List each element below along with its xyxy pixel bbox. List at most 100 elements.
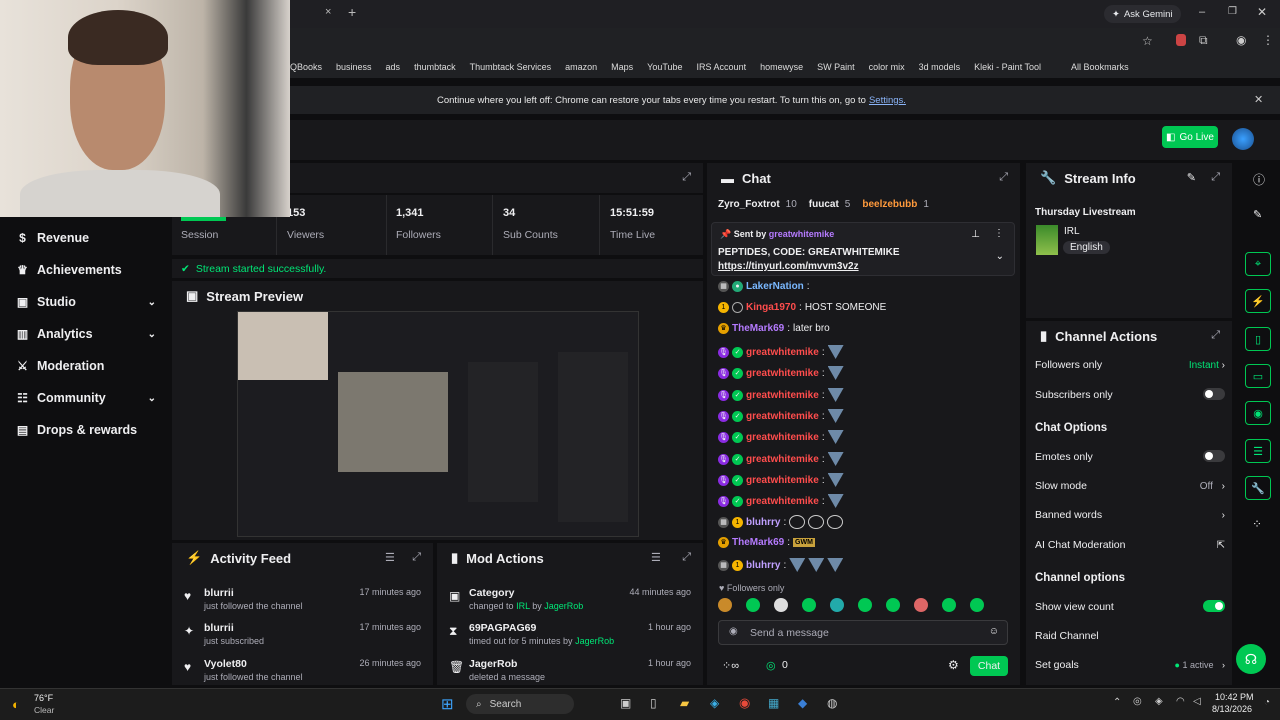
- infinity-icon[interactable]: ⁘∞: [722, 659, 739, 672]
- chat-input[interactable]: ◉ Send a message ☺: [718, 620, 1008, 645]
- activity-user[interactable]: blurrii: [204, 622, 234, 634]
- sidebar-item-moderation[interactable]: ⚔ Moderation: [0, 352, 172, 380]
- minimize-icon[interactable]: –: [1199, 6, 1205, 18]
- stream-category[interactable]: IRL: [1064, 226, 1080, 237]
- popout-icon[interactable]: ⤢: [1211, 171, 1220, 184]
- taskview-icon[interactable]: ▣: [620, 696, 631, 710]
- popout-icon[interactable]: ⤢: [682, 171, 691, 184]
- banned-words-row[interactable]: Banned words ›: [1035, 509, 1225, 521]
- rail-button-tools[interactable]: 🔧: [1245, 476, 1271, 500]
- sidebar-item-studio[interactable]: ▣ Studio ⌄: [0, 288, 172, 316]
- all-bookmarks[interactable]: All Bookmarks: [1071, 62, 1129, 72]
- rail-button-list[interactable]: ☰: [1245, 439, 1271, 463]
- rail-button-card[interactable]: ▯: [1245, 327, 1271, 351]
- infobar-close-icon[interactable]: ✕: [1254, 93, 1263, 106]
- tray-icon[interactable]: ◈: [1155, 696, 1163, 707]
- subscribers-only-toggle[interactable]: [1203, 387, 1225, 400]
- chat-username[interactable]: greatwhitemike: [746, 475, 819, 486]
- notepad-icon[interactable]: ▯: [650, 696, 657, 710]
- bookmark-item[interactable]: YouTube: [647, 62, 682, 72]
- restore-icon[interactable]: ❐: [1228, 6, 1237, 17]
- leaderboard-user[interactable]: Zyro_Foxtrot: [718, 199, 780, 210]
- chat-username[interactable]: greatwhitemike: [746, 390, 819, 401]
- go-live-button[interactable]: ◧ Go Live: [1162, 126, 1218, 148]
- rail-button-flash[interactable]: ⚡: [1245, 289, 1271, 313]
- chat-send-button[interactable]: Chat: [970, 656, 1008, 676]
- mod-action-user[interactable]: JagerRob: [544, 601, 583, 611]
- pin-icon[interactable]: ⊥: [971, 229, 980, 240]
- activity-user[interactable]: blurrii: [204, 587, 234, 599]
- app-icon[interactable]: ◈: [710, 696, 719, 710]
- popout-icon[interactable]: ⤢: [412, 551, 421, 564]
- emote-icon[interactable]: [746, 598, 760, 612]
- popout-icon[interactable]: ⤢: [1211, 329, 1220, 342]
- rail-button-chat[interactable]: ▭: [1245, 364, 1271, 388]
- chat-username[interactable]: greatwhitemike: [746, 496, 819, 507]
- chat-username[interactable]: TheMark69: [732, 537, 784, 548]
- volume-icon[interactable]: ◁: [1193, 696, 1201, 707]
- sidebar-item-analytics[interactable]: ▥ Analytics ⌄: [0, 320, 172, 348]
- chat-username[interactable]: greatwhitemike: [746, 432, 819, 443]
- chat-username[interactable]: bluhrry: [746, 517, 780, 528]
- pinned-sender[interactable]: greatwhitemike: [769, 229, 835, 239]
- stream-preview-video[interactable]: [237, 311, 639, 537]
- sidebar-item-drops[interactable]: ▤ Drops & rewards: [0, 416, 172, 444]
- chevron-down-icon[interactable]: ⌄: [996, 251, 1004, 262]
- app-icon[interactable]: ◆: [798, 696, 807, 710]
- chat-username[interactable]: greatwhitemike: [746, 454, 819, 465]
- bookmark-item[interactable]: amazon: [565, 62, 597, 72]
- emotes-only-toggle[interactable]: [1203, 449, 1225, 462]
- tray-chevron-icon[interactable]: ⌃: [1113, 697, 1121, 708]
- dots-icon[interactable]: ⁘: [1252, 517, 1262, 531]
- filter-icon[interactable]: ☰: [651, 551, 661, 564]
- popout-icon[interactable]: ⤢: [999, 171, 1008, 184]
- chat-username[interactable]: greatwhitemike: [746, 411, 819, 422]
- leaderboard-user[interactable]: beelzebubb: [862, 199, 917, 210]
- filter-icon[interactable]: ☰: [385, 551, 395, 564]
- mod-action-user[interactable]: JagerRob: [575, 636, 614, 646]
- window-close-icon[interactable]: ✕: [1257, 5, 1267, 19]
- chat-username[interactable]: Kinga1970: [746, 302, 796, 313]
- slow-mode-row[interactable]: Slow mode Off ›: [1035, 480, 1225, 492]
- emote-icon[interactable]: [970, 598, 984, 612]
- bookmark-item[interactable]: business: [336, 62, 372, 72]
- chat-username[interactable]: bluhrry: [746, 560, 780, 571]
- emote-icon[interactable]: [802, 598, 816, 612]
- bookmark-item[interactable]: Thumbtack Services: [470, 62, 552, 72]
- puzzle-icon[interactable]: ⧉: [1199, 33, 1208, 48]
- emote-icon[interactable]: [774, 598, 788, 612]
- chat-username[interactable]: LakerNation: [746, 281, 804, 292]
- bookmark-item[interactable]: IRS Account: [697, 62, 747, 72]
- notification-icon[interactable]: ◔: [1264, 697, 1270, 708]
- tab-close-icon[interactable]: ×: [325, 6, 331, 18]
- extension-icon[interactable]: [1176, 34, 1186, 46]
- pencil-icon[interactable]: ✎: [1253, 208, 1262, 221]
- points-icon[interactable]: ◎: [766, 659, 776, 672]
- leaderboard-user[interactable]: fuucat: [809, 199, 839, 210]
- more-icon[interactable]: ⋮: [994, 228, 1004, 239]
- bookmark-item[interactable]: 3d models: [919, 62, 961, 72]
- pinned-link[interactable]: https://tinyurl.com/mvvm3v2z: [718, 261, 859, 272]
- info-icon[interactable]: ⓘ: [1253, 171, 1265, 188]
- emote-icon[interactable]: [718, 598, 732, 612]
- bookmark-item[interactable]: Kleki - Paint Tool: [974, 62, 1041, 72]
- chat-username[interactable]: TheMark69: [732, 323, 784, 334]
- emote-icon[interactable]: [858, 598, 872, 612]
- ai-moderation-row[interactable]: AI Chat Moderation ⇱: [1035, 539, 1225, 551]
- popout-icon[interactable]: ⤢: [682, 551, 691, 564]
- gear-icon[interactable]: ⚙: [948, 658, 959, 672]
- help-button[interactable]: ☊: [1236, 644, 1266, 674]
- emoji-icon[interactable]: ☺: [989, 626, 999, 637]
- avatar[interactable]: [1232, 128, 1254, 150]
- emote-icon[interactable]: [914, 598, 928, 612]
- language-tag[interactable]: English: [1063, 241, 1110, 254]
- bookmark-item[interactable]: homewyse: [760, 62, 803, 72]
- bookmark-item[interactable]: SW Paint: [817, 62, 855, 72]
- emote-icon[interactable]: [886, 598, 900, 612]
- bookmark-item[interactable]: color mix: [869, 62, 905, 72]
- obs-icon[interactable]: ◍: [827, 696, 837, 710]
- profile-icon[interactable]: ◉: [1236, 33, 1246, 47]
- chat-username[interactable]: greatwhitemike: [746, 368, 819, 379]
- mod-action-title[interactable]: 69PAGPAG69: [469, 622, 536, 634]
- calculator-icon[interactable]: ▦: [768, 696, 779, 710]
